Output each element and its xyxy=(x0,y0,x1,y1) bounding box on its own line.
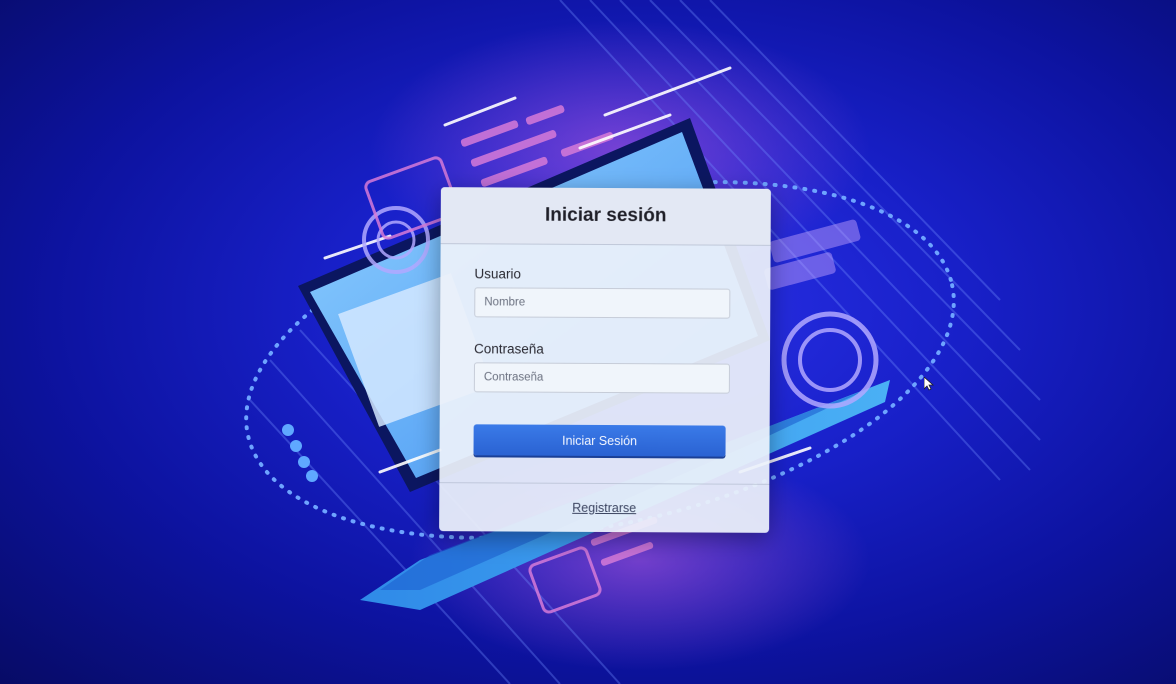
password-group: Contraseña xyxy=(473,341,736,394)
password-input[interactable] xyxy=(473,362,730,394)
password-label: Contraseña xyxy=(474,341,544,357)
dot-cluster xyxy=(282,424,318,482)
username-label: Usuario xyxy=(474,266,522,282)
login-card-footer: Registrarse xyxy=(439,482,770,533)
login-card: Iniciar sesión Usuario Contraseña Inicia… xyxy=(439,187,771,533)
login-title: Iniciar sesión xyxy=(544,204,667,227)
login-form: Usuario Contraseña Iniciar Sesión xyxy=(439,244,770,457)
register-link[interactable]: Registrarse xyxy=(572,501,636,515)
username-input[interactable] xyxy=(474,287,731,319)
username-group: Usuario xyxy=(474,266,736,319)
mouse-pointer-icon xyxy=(924,377,934,391)
login-button[interactable]: Iniciar Sesión xyxy=(473,424,726,457)
login-card-header: Iniciar sesión xyxy=(440,187,771,246)
